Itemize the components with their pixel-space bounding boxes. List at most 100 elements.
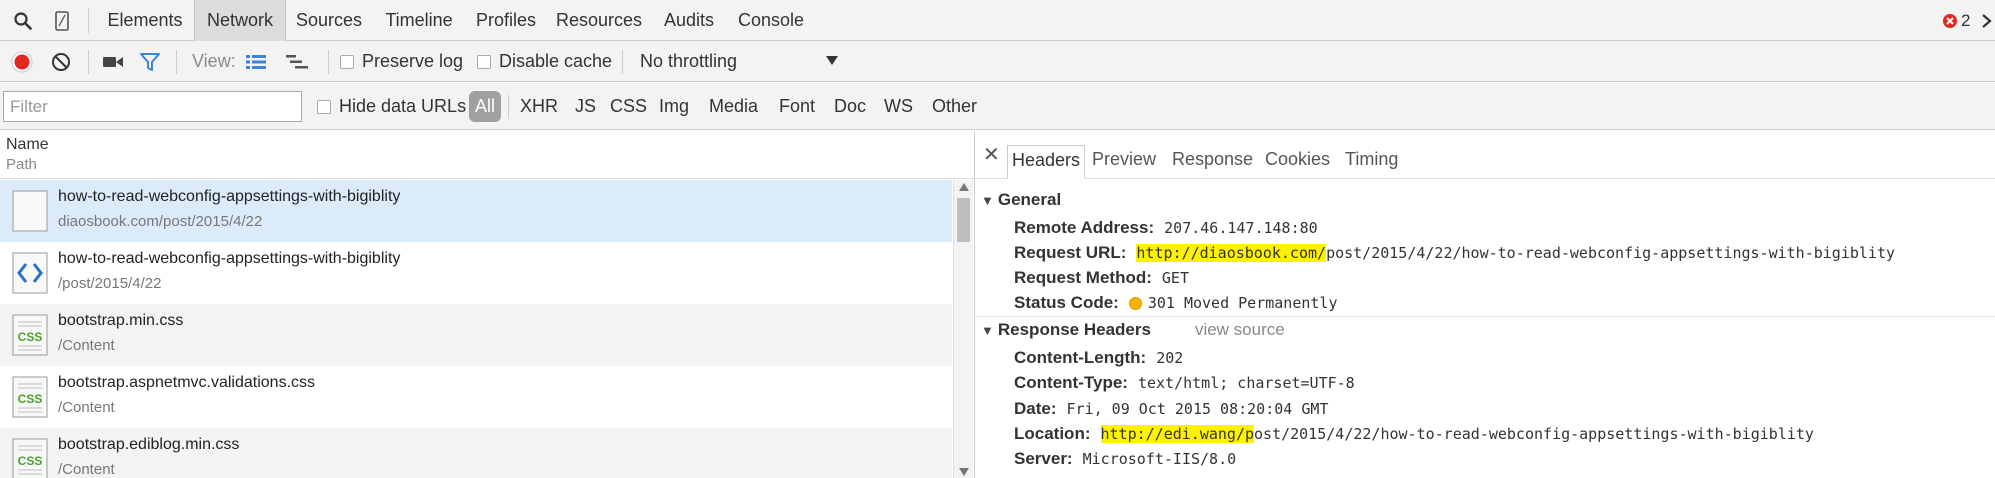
html-file-icon (12, 252, 48, 294)
document-icon (12, 190, 48, 232)
tab-profiles[interactable]: Profiles (468, 0, 544, 41)
tab-timing[interactable]: Timing (1341, 145, 1402, 179)
large-rows-view-button[interactable] (245, 41, 267, 82)
request-path: /Content (58, 461, 115, 478)
url-rest: ost/2015/4/22/how-to-read-webconfig-apps… (1254, 425, 1814, 443)
status-code-row: Status Code: 301 Moved Permanently (1014, 291, 1338, 315)
header-key: Content-Length: (1014, 348, 1147, 367)
filter-bar: Hide data URLs All XHR JS CSS Img Media … (0, 83, 1995, 130)
filter-type-img[interactable]: Img (659, 83, 689, 130)
toolbar-divider (88, 50, 89, 74)
tab-sources[interactable]: Sources (288, 0, 370, 41)
filter-toggle-button[interactable] (139, 41, 161, 82)
request-name: bootstrap.aspnetmvc.validations.css (58, 374, 316, 391)
request-list-header[interactable]: Name Path (0, 131, 974, 179)
clear-button[interactable] (51, 41, 71, 82)
toolbar-divider (176, 50, 177, 74)
filter-type-font[interactable]: Font (779, 83, 815, 130)
throttling-value: No throttling (640, 51, 738, 71)
preserve-log-checkbox[interactable]: Preserve log (340, 41, 463, 82)
header-value: text/html; charset=UTF-8 (1137, 374, 1355, 392)
scroll-down-icon[interactable] (959, 468, 969, 476)
css-file-icon: CSS (12, 438, 48, 478)
header-key: Content-Type: (1014, 373, 1128, 392)
disable-cache-checkbox[interactable]: Disable cache (477, 41, 612, 82)
list-view-icon (246, 54, 266, 69)
capture-screenshots-button[interactable] (102, 41, 124, 82)
filter-type-js[interactable]: JS (575, 83, 596, 130)
checkbox-box (317, 99, 331, 114)
request-list-scrollbar[interactable] (953, 180, 973, 478)
header-key: Date: (1014, 399, 1057, 418)
header-value: http://edi.wang/post/2015/4/22/how-to-re… (1100, 425, 1814, 443)
svg-text:CSS: CSS (18, 330, 43, 344)
device-mode-icon[interactable] (50, 0, 74, 41)
scrollbar-thumb[interactable] (957, 198, 970, 242)
header-key: Location: (1014, 424, 1091, 443)
filter-type-media[interactable]: Media (709, 83, 758, 130)
request-row[interactable]: CSS bootstrap.aspnetmvc.validations.css … (0, 366, 952, 428)
header-key: Request URL: (1014, 243, 1127, 262)
filter-type-doc[interactable]: Doc (834, 83, 866, 130)
general-section-header[interactable]: ▼ General (975, 188, 1995, 212)
video-camera-icon (103, 56, 123, 67)
view-label: View: (192, 51, 236, 71)
tab-resources[interactable]: Resources (551, 0, 647, 41)
collapse-triangle-icon: ▼ (981, 192, 994, 208)
column-name-header: Name (6, 136, 49, 153)
server-row: Server: Microsoft-IIS/8.0 (1014, 447, 1236, 471)
tab-headers[interactable]: Headers (1007, 145, 1086, 179)
header-value: GET (1161, 269, 1189, 287)
panel-splitter[interactable] (974, 131, 975, 478)
request-path: /Content (58, 337, 115, 354)
svg-text:CSS: CSS (18, 454, 43, 468)
status-dot-icon (1128, 296, 1142, 310)
checkbox-box (340, 54, 354, 69)
search-icon[interactable] (10, 0, 36, 41)
scroll-up-icon[interactable] (959, 183, 969, 191)
request-row[interactable]: CSS bootstrap.ediblog.min.css /Content (0, 428, 952, 478)
filter-input[interactable] (3, 91, 302, 122)
clear-icon (52, 52, 70, 71)
tab-elements[interactable]: Elements (100, 0, 190, 41)
request-path: diaosbook.com/post/2015/4/22 (58, 213, 263, 230)
svg-text:CSS: CSS (18, 392, 43, 406)
tab-console[interactable]: Console (731, 0, 811, 41)
filter-type-other[interactable]: Other (932, 83, 977, 130)
tab-preview[interactable]: Preview (1088, 145, 1160, 179)
network-toolbar: View: Preserve log Disable cache No thro… (0, 41, 1995, 82)
error-counter[interactable]: 2 (1942, 0, 1970, 41)
more-tabs-icon[interactable] (1978, 0, 1995, 41)
request-row[interactable]: how-to-read-webconfig-appsettings-with-b… (0, 180, 952, 242)
css-file-icon: CSS (12, 376, 48, 418)
record-button[interactable] (11, 41, 33, 82)
view-source-link[interactable]: view source (1195, 320, 1285, 340)
content-length-row: Content-Length: 202 (1014, 346, 1183, 370)
tab-network[interactable]: Network (194, 0, 286, 41)
filter-type-ws[interactable]: WS (884, 83, 913, 130)
disable-cache-label: Disable cache (499, 51, 613, 71)
request-path: /post/2015/4/22 (58, 275, 162, 292)
tab-timeline[interactable]: Timeline (377, 0, 461, 41)
throttling-select[interactable]: No throttling (640, 41, 840, 82)
request-row[interactable]: how-to-read-webconfig-appsettings-with-b… (0, 242, 952, 304)
filter-type-all[interactable]: All (469, 91, 502, 122)
tab-response[interactable]: Response (1168, 145, 1257, 179)
overview-view-button[interactable] (285, 41, 309, 82)
filter-type-xhr[interactable]: XHR (520, 83, 558, 130)
tab-cookies[interactable]: Cookies (1261, 145, 1334, 179)
filter-type-css[interactable]: CSS (610, 83, 647, 130)
request-name: how-to-read-webconfig-appsettings-with-b… (58, 188, 401, 205)
collapse-triangle-icon: ▼ (981, 322, 994, 338)
response-headers-section-header[interactable]: ▼ Response Headers view source (975, 318, 1995, 342)
error-count: 2 (1961, 10, 1971, 30)
toolbar-divider (622, 50, 623, 74)
tab-audits[interactable]: Audits (654, 0, 724, 41)
request-row[interactable]: CSS bootstrap.min.css /Content (0, 304, 952, 366)
close-icon[interactable]: ✕ (983, 145, 1000, 165)
hide-data-urls-checkbox[interactable]: Hide data URLs (317, 83, 466, 130)
content-type-row: Content-Type: text/html; charset=UTF-8 (1014, 371, 1355, 395)
toolbar-divider (328, 50, 329, 74)
header-key: Status Code: (1014, 293, 1119, 312)
header-value: http://diaosbook.com/post/2015/4/22/how-… (1136, 244, 1895, 262)
